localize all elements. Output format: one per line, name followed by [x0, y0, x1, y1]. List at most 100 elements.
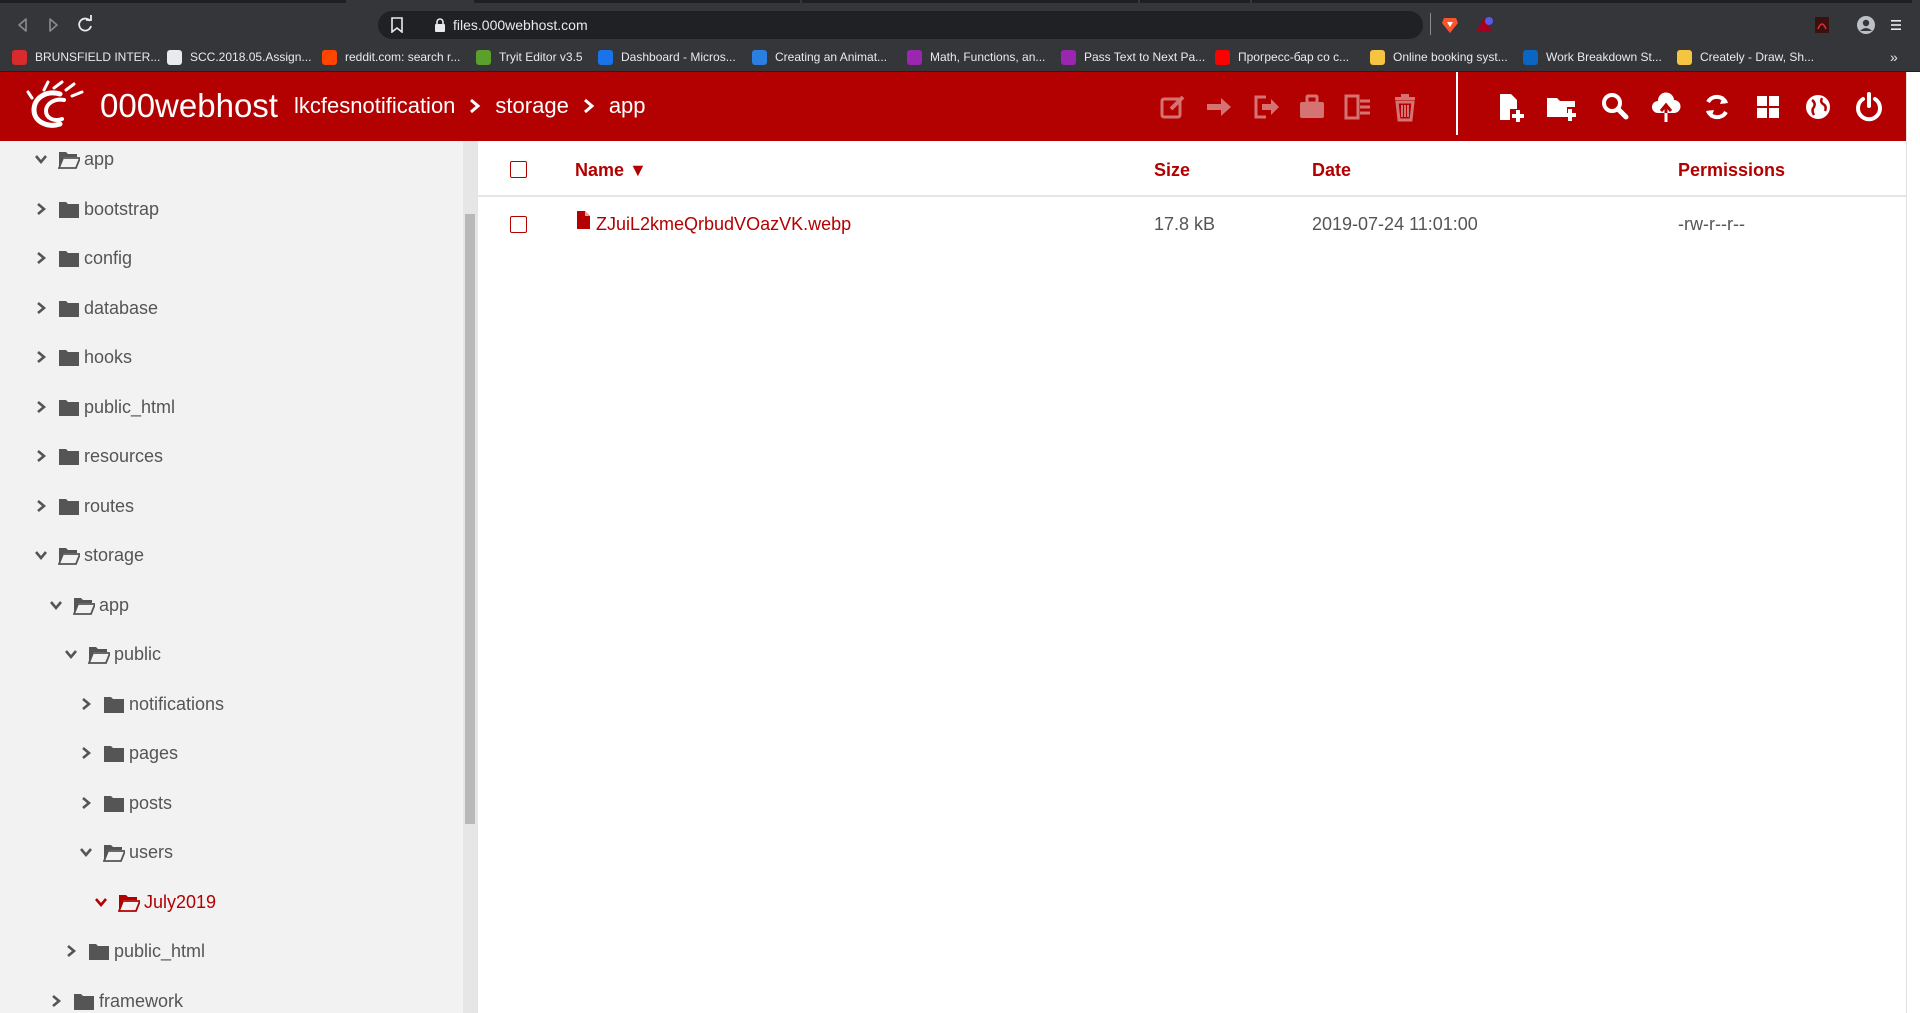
column-date-header[interactable]: Date: [1312, 159, 1351, 181]
folder-icon: [59, 201, 79, 218]
chevron-down-icon[interactable]: [34, 548, 48, 562]
chevron-down-icon[interactable]: [79, 845, 93, 859]
sidebar-item[interactable]: database: [0, 288, 460, 328]
edit-icon[interactable]: [1157, 91, 1189, 123]
sidebar-item[interactable]: pages: [0, 733, 460, 773]
sidebar-item[interactable]: bootstrap: [0, 189, 460, 229]
sidebar-item[interactable]: framework: [0, 981, 460, 1013]
bookmark-item[interactable]: Creately - Draw, Sh...: [1677, 42, 1814, 72]
sidebar-item[interactable]: app: [0, 141, 460, 179]
chevron-down-icon[interactable]: [34, 152, 48, 166]
bookmark-item[interactable]: Прогресс-бар со с...: [1215, 42, 1349, 72]
chevron-down-icon[interactable]: [49, 598, 63, 612]
sidebar-item[interactable]: routes: [0, 486, 460, 526]
sidebar-item[interactable]: July2019: [0, 882, 460, 922]
new-folder-icon[interactable]: [1545, 91, 1577, 123]
bookmark-item[interactable]: Dashboard - Micros...: [598, 42, 736, 72]
back-icon[interactable]: [10, 12, 36, 38]
new-file-icon[interactable]: [1494, 91, 1526, 123]
bookmark-item[interactable]: Tryit Editor v3.5: [476, 42, 583, 72]
bookmark-item[interactable]: BRUNSFIELD INTER...: [12, 42, 160, 72]
extract-icon[interactable]: [1342, 91, 1374, 123]
chevron-down-icon[interactable]: [94, 895, 108, 909]
sidebar-item[interactable]: app: [0, 585, 460, 625]
chevron-right-icon[interactable]: [34, 449, 48, 463]
column-permissions-header[interactable]: Permissions: [1678, 159, 1785, 181]
chevron-right-icon[interactable]: [79, 796, 93, 810]
chevron-right-icon[interactable]: [49, 994, 63, 1008]
chevron-right-icon[interactable]: [34, 350, 48, 364]
grid-view-icon[interactable]: [1752, 91, 1784, 123]
sidebar-item[interactable]: resources: [0, 436, 460, 476]
url-text[interactable]: files.000webhost.com: [453, 14, 588, 36]
breadcrumb: lkcfesnotification storage app: [294, 89, 646, 123]
globe-icon[interactable]: [1802, 91, 1834, 123]
chevron-right-icon[interactable]: [34, 400, 48, 414]
chevron-right-icon[interactable]: [64, 944, 78, 958]
copy-out-icon[interactable]: [1250, 91, 1282, 123]
bookmark-item[interactable]: Creating an Animat...: [752, 42, 887, 72]
brave-rewards-icon[interactable]: [1474, 15, 1494, 35]
chevron-right-icon[interactable]: [34, 499, 48, 513]
chevron-right-icon[interactable]: [34, 251, 48, 265]
bookmark-icon[interactable]: [390, 17, 404, 34]
tab[interactable]: [1252, 0, 1912, 3]
column-name-header[interactable]: Name ▼: [575, 159, 647, 181]
bookmarks-overflow-icon[interactable]: »: [1890, 49, 1898, 65]
refresh-icon[interactable]: [1701, 91, 1733, 123]
tab[interactable]: [0, 0, 346, 3]
chevron-right-icon[interactable]: [79, 697, 93, 711]
move-icon[interactable]: [1203, 91, 1235, 123]
bookmark-item[interactable]: Math, Functions, an...: [907, 42, 1045, 72]
breadcrumb-item[interactable]: storage: [495, 89, 568, 123]
sidebar-item[interactable]: config: [0, 238, 460, 278]
sidebar-item[interactable]: storage: [0, 535, 460, 575]
chevron-down-icon[interactable]: [64, 647, 78, 661]
bookmark-item[interactable]: Pass Text to Next Pa...: [1061, 42, 1205, 72]
bookmark-item[interactable]: Online booking syst...: [1370, 42, 1508, 72]
sidebar-item[interactable]: posts: [0, 783, 460, 823]
lock-icon[interactable]: [433, 17, 447, 33]
browser-toolbar: files.000webhost.com: [0, 4, 1920, 42]
chevron-right-icon[interactable]: [34, 202, 48, 216]
table-row[interactable]: ZJuiL2kmeQrbudVOazVK.webp 17.8 kB 2019-0…: [478, 197, 1907, 251]
sidebar-item[interactable]: users: [0, 832, 460, 872]
sidebar-scrollbar-thumb[interactable]: [465, 214, 475, 824]
bookmark-item[interactable]: reddit.com: search r...: [322, 42, 460, 72]
delete-icon[interactable]: [1389, 91, 1421, 123]
sidebar-item[interactable]: public: [0, 634, 460, 674]
brand-name[interactable]: 000webhost: [100, 86, 278, 126]
chevron-right-icon[interactable]: [34, 301, 48, 315]
forward-icon[interactable]: [40, 12, 66, 38]
tab[interactable]: [802, 0, 1138, 3]
folder-icon: [104, 795, 124, 812]
sidebar-item[interactable]: notifications: [0, 684, 460, 724]
pdf-extension-icon[interactable]: [1812, 15, 1832, 35]
reload-icon[interactable]: [72, 12, 98, 38]
bookmark-favicon-icon: [907, 49, 922, 65]
sidebar-item[interactable]: public_html: [0, 931, 460, 971]
tab[interactable]: [1140, 0, 1250, 3]
bookmark-item[interactable]: SCC.2018.05.Assign...: [167, 42, 311, 72]
file-name-link[interactable]: ZJuiL2kmeQrbudVOazVK.webp: [596, 212, 851, 236]
brand-logo-icon[interactable]: [24, 80, 88, 134]
breadcrumb-item[interactable]: lkcfesnotification: [294, 89, 455, 123]
upload-icon[interactable]: [1650, 91, 1682, 123]
page-scrollbar[interactable]: [1906, 72, 1920, 1013]
chevron-right-icon[interactable]: [79, 746, 93, 760]
select-all-checkbox[interactable]: [510, 161, 527, 178]
profile-avatar-icon[interactable]: [1856, 15, 1876, 35]
row-checkbox[interactable]: [510, 216, 527, 233]
tab[interactable]: [474, 0, 800, 3]
search-icon[interactable]: [1599, 91, 1631, 123]
archive-icon[interactable]: [1296, 91, 1328, 123]
bookmark-item[interactable]: Work Breakdown St...: [1523, 42, 1662, 72]
sidebar-item-label: users: [129, 841, 174, 862]
sidebar-item[interactable]: public_html: [0, 387, 460, 427]
brave-shield-icon[interactable]: [1440, 15, 1460, 35]
column-size-header[interactable]: Size: [1154, 159, 1190, 181]
power-icon[interactable]: [1853, 91, 1885, 123]
breadcrumb-item[interactable]: app: [609, 89, 646, 123]
menu-icon[interactable]: [1886, 15, 1906, 35]
sidebar-item[interactable]: hooks: [0, 337, 460, 377]
